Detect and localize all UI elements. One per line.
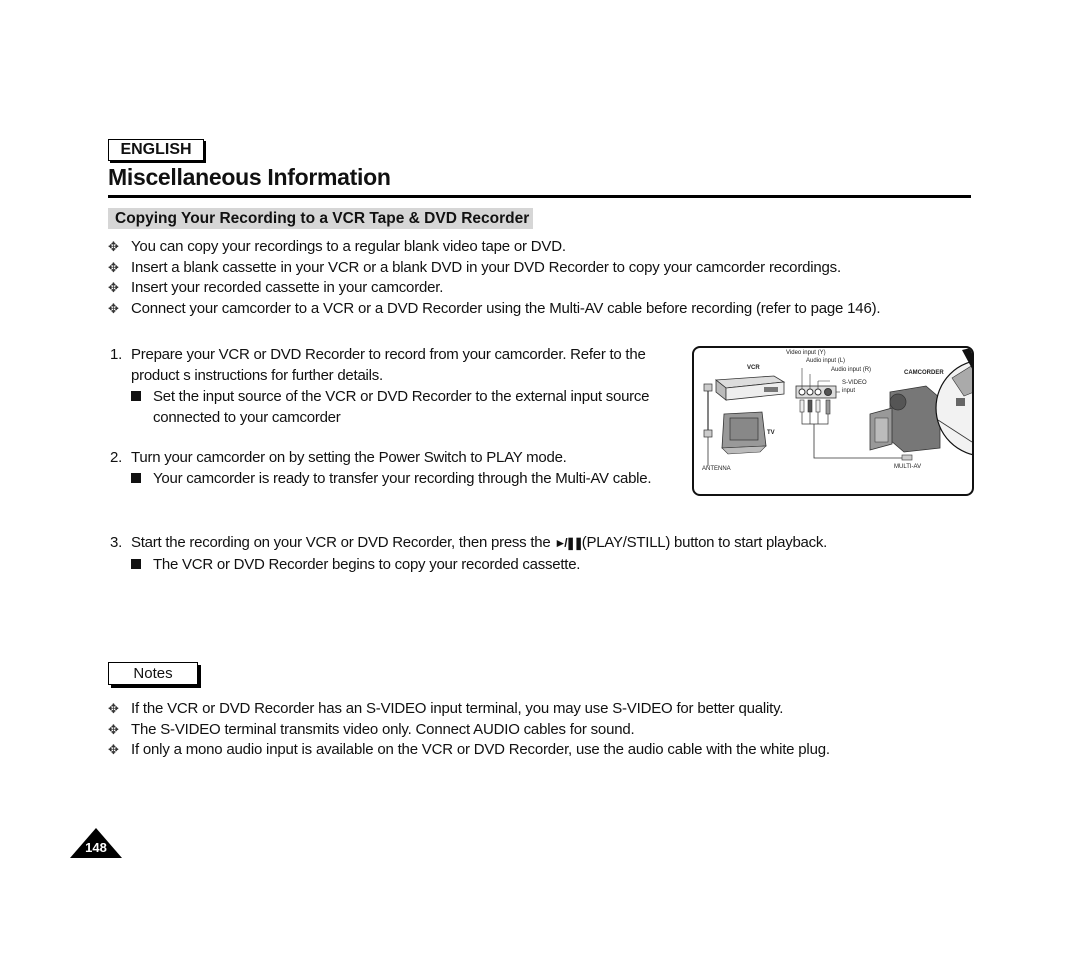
title-divider: [108, 195, 971, 198]
list-item: ✥ Connect your camcorder to a VCR or a DV…: [108, 299, 968, 320]
play-pause-icon: ►/❚❚: [554, 536, 583, 550]
step-2: 2. Turn your camcorder on by setting the…: [110, 447, 690, 489]
section-heading: Copying Your Recording to a VCR Tape & D…: [108, 208, 534, 229]
zoom-detail-icon: [935, 348, 972, 456]
audio-input-r-label: Audio input (R): [831, 367, 872, 373]
page-title: Miscellaneous Information: [108, 164, 391, 190]
note-item: ✥ The S-VIDEO terminal transmits video on…: [108, 720, 968, 741]
connection-diagram: Video input (Y) Audio input (L) Audio in…: [692, 346, 974, 496]
video-input-label: Video input (Y): [786, 350, 826, 356]
list-item: ✥ Insert a blank cassette in your VCR or …: [108, 258, 968, 279]
tv-icon: [721, 411, 767, 455]
step-text: product s instructions for further detai…: [131, 367, 383, 384]
multiav-label: MULTI-AV: [894, 464, 922, 470]
step-number: 3.: [110, 534, 123, 551]
camcorder-label: CAMCORDER: [904, 370, 944, 376]
bullet-diamond-icon: ✥: [108, 239, 119, 254]
intro-bullet-list: ✥ You can copy your recordings to a regul…: [108, 237, 968, 320]
bullet-diamond-icon: ✥: [108, 301, 119, 317]
step-sub-item: The VCR or DVD Recorder begins to copy y…: [131, 554, 970, 575]
tv-label: TV: [767, 430, 775, 436]
list-item: ✥ You can copy your recordings to a regul…: [108, 237, 968, 258]
square-bullet-icon: [131, 391, 141, 401]
step-text: Prepare your VCR or DVD Recorder to reco…: [131, 346, 646, 363]
step-sub-item: Your camcorder is ready to transfer your…: [131, 468, 690, 489]
step-number: 2.: [110, 449, 123, 466]
note-item: ✥ If only a mono audio input is available…: [108, 740, 968, 761]
note-item: ✥ If the VCR or DVD Recorder has an S-VID…: [108, 699, 968, 720]
list-item: ✥ Insert your recorded cassette in your c…: [108, 278, 968, 299]
svideo-input-label: input: [842, 388, 856, 394]
notes-badge: Notes: [108, 662, 198, 685]
bullet-diamond-icon: ✥: [108, 721, 119, 737]
step-number: 1.: [110, 346, 123, 363]
bullet-diamond-icon: ✥: [108, 280, 119, 296]
square-bullet-icon: [131, 473, 141, 483]
step-1: 1. Prepare your VCR or DVD Recorder to r…: [110, 344, 690, 428]
audio-input-l-label: Audio input (L): [806, 358, 846, 364]
svideo-label: S-VIDEO: [842, 380, 867, 386]
bullet-diamond-icon: ✥: [108, 742, 119, 758]
page-number: 148: [85, 840, 107, 855]
square-bullet-icon: [131, 559, 141, 569]
step-text: Turn your camcorder on by setting the Po…: [131, 449, 567, 466]
bullet-diamond-icon: ✥: [108, 259, 119, 275]
notes-list: ✥ If the VCR or DVD Recorder has an S-VID…: [108, 699, 968, 761]
step-sub-item: Set the input source of the VCR or DVD R…: [131, 386, 690, 428]
vcr-icon: [714, 375, 786, 401]
step-text: Start the recording on your VCR or DVD R…: [131, 534, 828, 551]
antenna-label: ANTENNA: [702, 466, 731, 472]
antenna-jack-icon: [703, 383, 713, 466]
language-badge: ENGLISH: [108, 139, 204, 161]
camcorder-icon: [869, 385, 941, 453]
bullet-diamond-icon: ✥: [108, 701, 119, 716]
vcr-label: VCR: [747, 365, 760, 371]
page-number-badge: 148: [70, 828, 122, 858]
step-3: 3. Start the recording on your VCR or DV…: [110, 532, 970, 575]
